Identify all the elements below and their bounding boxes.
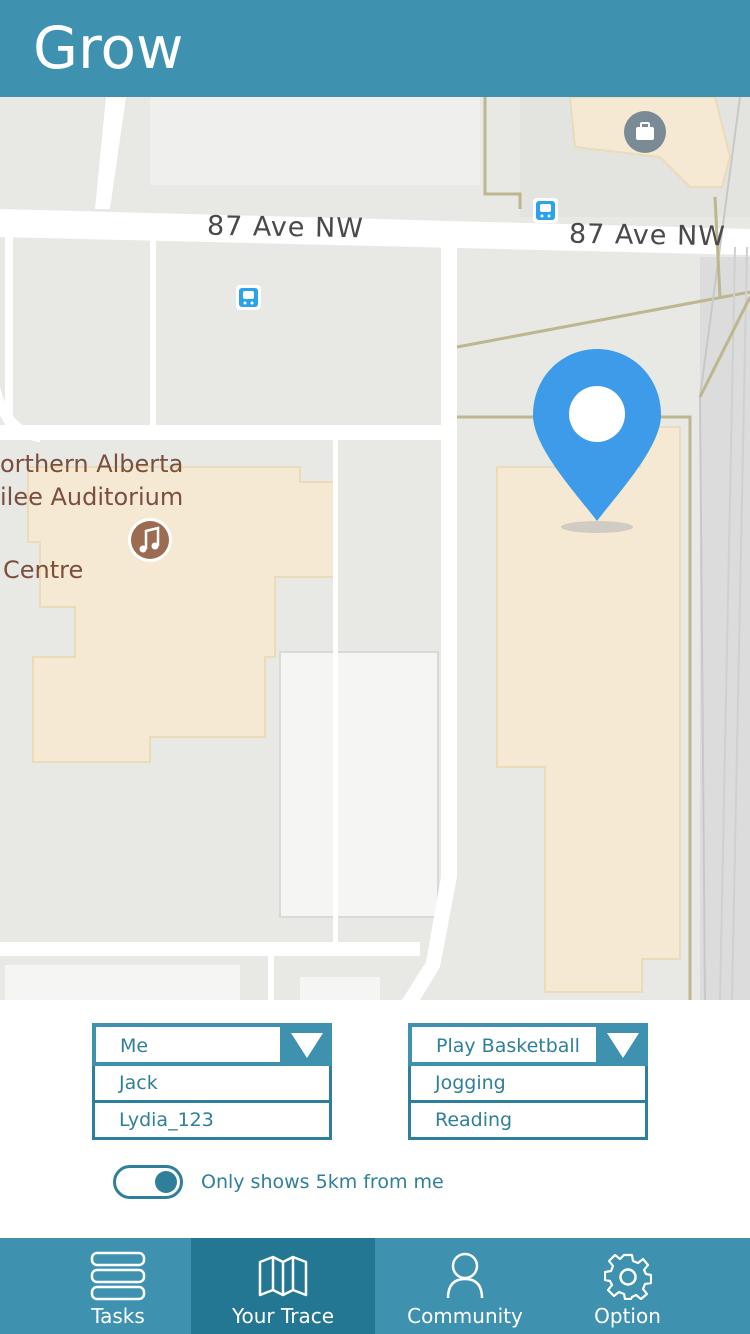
tab-label: Option: [594, 1304, 661, 1328]
bus-stop-icon[interactable]: [236, 285, 261, 310]
app-title: Grow: [33, 14, 184, 82]
person-icon: [446, 1252, 484, 1299]
people-selected-label: Me: [120, 1035, 149, 1057]
people-selected[interactable]: Me: [92, 1023, 332, 1066]
tab-your-trace[interactable]: Your Trace: [191, 1238, 375, 1334]
dropdown-toggle[interactable]: [280, 1023, 332, 1066]
list-icon: [90, 1251, 146, 1301]
music-venue-icon[interactable]: [128, 518, 172, 562]
activity-option[interactable]: Jogging: [408, 1066, 648, 1103]
bus-stop-icon[interactable]: [533, 198, 558, 223]
street-label: 87 Ave NW: [206, 210, 365, 245]
map-view[interactable]: 87 Ave NW 87 Ave NW orthern Alberta ilee…: [0, 97, 750, 1000]
people-dropdown[interactable]: Me Jack Lydia_123: [92, 1023, 332, 1140]
map-icon: [258, 1255, 308, 1297]
place-label: orthern Alberta: [0, 450, 184, 478]
people-option[interactable]: Lydia_123: [92, 1103, 332, 1140]
activity-dropdown[interactable]: Play Basketball Jogging Reading: [408, 1023, 648, 1140]
dropdown-toggle[interactable]: [596, 1023, 648, 1066]
briefcase-icon[interactable]: [624, 111, 666, 153]
tab-label: Community: [407, 1304, 523, 1328]
bottom-tab-bar: Tasks Your Trace Community Option: [0, 1238, 750, 1334]
tab-label: Tasks: [91, 1304, 145, 1328]
street-label: 87 Ave NW: [568, 218, 727, 253]
app-header: Grow: [0, 0, 750, 97]
filter-panel: Me Jack Lydia_123 Play Basketball Joggin…: [0, 1000, 750, 1238]
tab-label: Your Trace: [231, 1304, 335, 1328]
place-label: Centre: [3, 556, 84, 584]
activity-option[interactable]: Reading: [408, 1103, 648, 1140]
gear-icon: [603, 1253, 652, 1300]
distance-toggle[interactable]: [113, 1165, 183, 1199]
toggle-knob: [155, 1171, 177, 1193]
place-label: ilee Auditorium: [0, 483, 184, 511]
activity-selected[interactable]: Play Basketball: [408, 1023, 648, 1066]
tab-community[interactable]: Community: [375, 1238, 555, 1334]
tab-tasks[interactable]: Tasks: [45, 1238, 191, 1334]
tab-option[interactable]: Option: [555, 1238, 700, 1334]
chevron-down-icon: [607, 1033, 639, 1058]
activity-selected-label: Play Basketball: [436, 1035, 580, 1057]
chevron-down-icon: [291, 1033, 323, 1058]
people-option[interactable]: Jack: [92, 1066, 332, 1103]
distance-toggle-label: Only shows 5km from me: [201, 1171, 444, 1193]
